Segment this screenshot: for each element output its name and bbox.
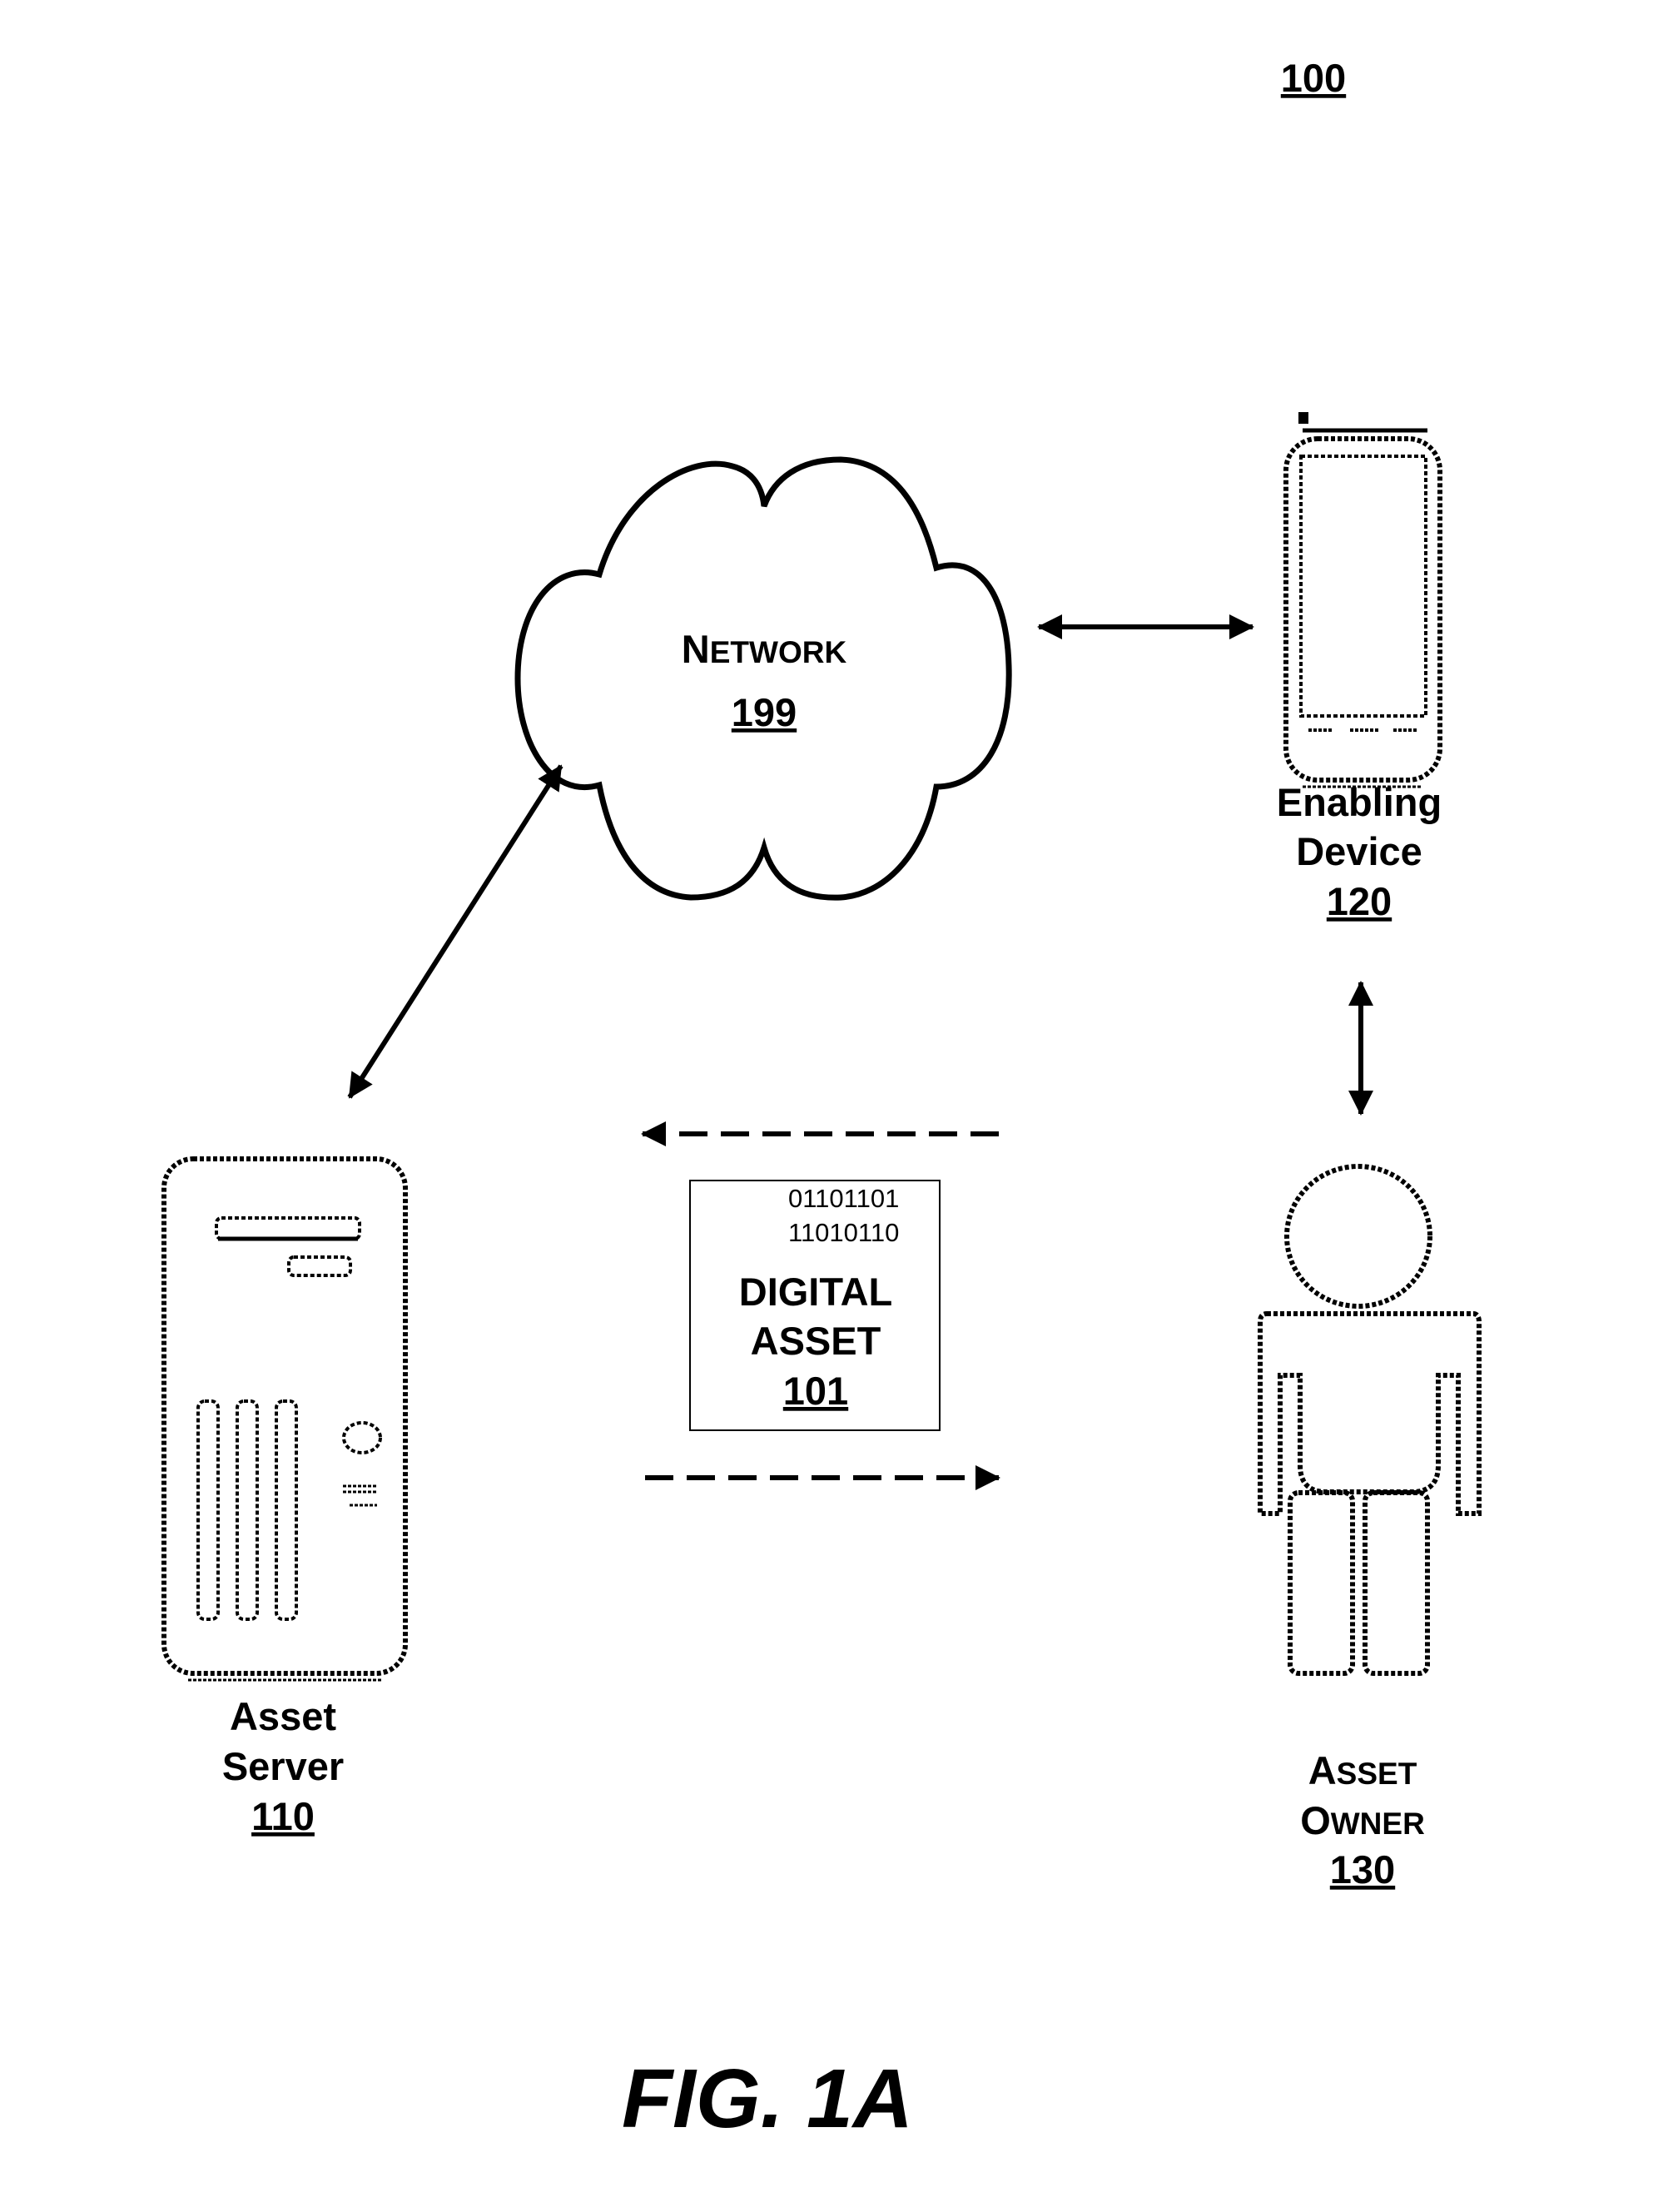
enabling-device-label-line1: Enabling bbox=[1277, 780, 1442, 824]
power-button-icon bbox=[342, 1421, 382, 1454]
person-torso bbox=[1258, 1311, 1482, 1516]
server-drive-bay bbox=[215, 1216, 361, 1240]
person-head bbox=[1284, 1164, 1432, 1309]
network-number: 199 bbox=[732, 690, 797, 734]
digital-asset-label-line2: ASSET bbox=[751, 1319, 881, 1363]
cloud-shape bbox=[514, 456, 1012, 901]
digital-asset-label-line1: DIGITAL bbox=[739, 1270, 893, 1314]
enabling-device-label-line2: Device bbox=[1296, 829, 1422, 873]
asset-server-label-line2: Server bbox=[222, 1744, 344, 1788]
phone-icon bbox=[1283, 412, 1442, 788]
asset-server-label-line1: Asset bbox=[230, 1694, 336, 1738]
person-icon bbox=[1258, 1164, 1482, 1676]
server-icon bbox=[161, 1156, 408, 1682]
server-vent bbox=[236, 1399, 259, 1621]
figure-caption: FIG. 1A bbox=[622, 2052, 913, 2145]
digital-asset-box: 01101101 11010110 DIGITAL ASSET 101 bbox=[689, 1180, 941, 1431]
server-drive-slot bbox=[287, 1255, 352, 1277]
asset-owner-label-line2: OWNER bbox=[1300, 1798, 1425, 1842]
enabling-device-number: 120 bbox=[1327, 879, 1392, 923]
asset-owner-label-line1: ASSET bbox=[1308, 1748, 1417, 1792]
asset-server-number: 110 bbox=[251, 1794, 315, 1838]
phone-antenna bbox=[1298, 412, 1308, 424]
arrow-network-server bbox=[347, 764, 563, 1099]
digital-asset-bits-line2: 11010110 bbox=[788, 1218, 899, 1247]
person-leg-right bbox=[1363, 1490, 1430, 1676]
server-vent bbox=[275, 1399, 298, 1621]
figure-reference-number: 100 bbox=[1281, 56, 1346, 100]
digital-asset-number: 101 bbox=[783, 1369, 848, 1413]
server-body bbox=[161, 1156, 408, 1676]
server-vent bbox=[196, 1399, 220, 1621]
network-cloud: NETWORK 199 bbox=[514, 456, 1012, 901]
digital-asset-bits-line1: 01101101 bbox=[788, 1184, 899, 1213]
phone-screen bbox=[1299, 455, 1427, 718]
person-leg-left bbox=[1288, 1490, 1355, 1676]
diagram-canvas: 100 NETWORK 199 Enabling Device 120 Asse… bbox=[161, 56, 1482, 2145]
asset-owner-number: 130 bbox=[1330, 1847, 1395, 1891]
